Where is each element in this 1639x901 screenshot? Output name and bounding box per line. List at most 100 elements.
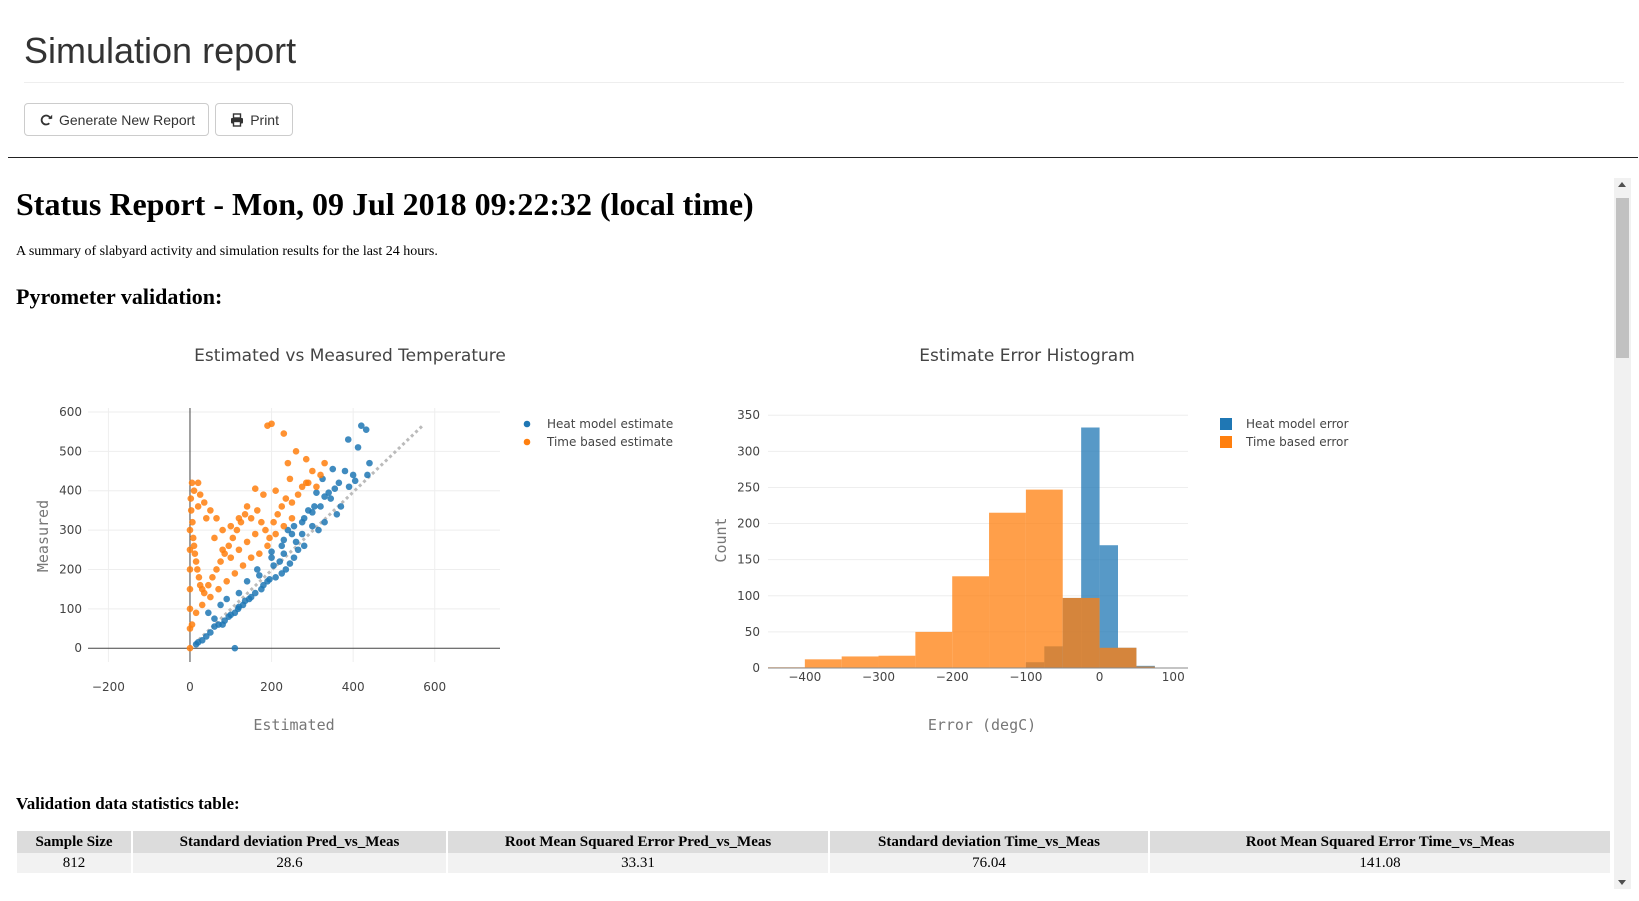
y-tick-label: 250 (737, 480, 760, 494)
column-header: Root Mean Squared Error Time_vs_Meas (1149, 831, 1612, 853)
report-title: Status Report - Mon, 09 Jul 2018 09:22:3… (16, 186, 754, 222)
data-point (272, 530, 279, 538)
data-point (264, 542, 271, 550)
data-point (333, 511, 341, 518)
data-point (284, 459, 292, 467)
data-point (235, 589, 243, 597)
table-row: 812 28.6 33.31 76.04 141.08 (17, 853, 1612, 873)
x-tick-label: −200 (936, 670, 969, 684)
histogram-bar (952, 576, 990, 668)
y-tick-label: 50 (745, 625, 760, 639)
x-tick-label: −300 (862, 670, 895, 684)
data-point (191, 550, 199, 558)
data-point (258, 585, 265, 593)
y-tick-label: 100 (59, 602, 82, 616)
data-point (189, 534, 197, 542)
data-point (327, 495, 335, 502)
data-point (290, 554, 298, 561)
data-point (258, 518, 265, 526)
histogram-bar (1099, 647, 1118, 668)
histogram-bar (878, 655, 916, 668)
data-point (205, 609, 212, 617)
data-point (241, 511, 249, 518)
legend-marker (1220, 418, 1232, 430)
y-tick-label: 300 (737, 444, 760, 458)
data-point (349, 471, 357, 479)
legend-marker (1220, 436, 1232, 448)
y-axis-label: Measured (34, 500, 52, 572)
chart-title: Estimated vs Measured Temperature (194, 346, 506, 366)
data-point (321, 518, 328, 526)
report-frame: Status Report - Mon, 09 Jul 2018 09:22:3… (8, 178, 1614, 898)
data-point (278, 542, 286, 550)
data-point (251, 589, 259, 597)
data-point (298, 483, 306, 491)
x-tick-label: 200 (260, 680, 283, 694)
data-point (215, 621, 222, 628)
print-label: Print (250, 111, 279, 128)
data-point (317, 503, 324, 510)
print-button[interactable]: Print (215, 103, 293, 136)
data-point (286, 475, 294, 483)
data-point (362, 426, 370, 433)
data-point (294, 491, 302, 498)
scroll-up-arrow-icon[interactable] (1618, 182, 1626, 187)
data-point (253, 566, 261, 573)
data-point (186, 605, 194, 613)
table-cell: 28.6 (132, 853, 448, 873)
generate-new-report-button[interactable]: Generate New Report (24, 103, 210, 136)
legend-label: Heat model error (1246, 417, 1349, 431)
section-heading: Pyrometer validation: (16, 284, 223, 309)
legend-marker (523, 438, 531, 446)
x-tick-label: 0 (1096, 670, 1104, 684)
app-title: Simulation report (24, 30, 297, 71)
scrollbar-thumb[interactable] (1616, 198, 1629, 358)
table-cell: 76.04 (829, 853, 1150, 873)
x-tick-label: 400 (342, 680, 365, 694)
data-point (280, 550, 288, 558)
y-tick-label: 600 (59, 405, 82, 419)
data-point (227, 611, 235, 619)
data-point (300, 542, 308, 550)
histogram-bar (804, 659, 842, 668)
data-point (251, 530, 259, 538)
data-point (309, 467, 316, 475)
data-point (313, 483, 320, 491)
data-point (272, 574, 279, 581)
x-tick-label: −100 (1009, 670, 1042, 684)
histogram-bar (915, 631, 953, 668)
data-point (325, 489, 332, 496)
data-point (188, 479, 196, 487)
y-tick-label: 400 (59, 484, 82, 498)
data-point (280, 536, 288, 544)
toolbar: Generate New Report Print (24, 103, 293, 136)
data-point (227, 522, 235, 530)
data-point (225, 542, 233, 550)
data-point (290, 522, 298, 530)
y-tick-label: 0 (752, 661, 760, 675)
data-point (270, 562, 277, 569)
table-cell: 141.08 (1149, 853, 1612, 873)
data-point (280, 430, 288, 437)
data-point (329, 465, 337, 473)
data-point (364, 471, 371, 479)
data-point (266, 534, 273, 542)
histogram-bar (1118, 647, 1137, 668)
column-header: Standard deviation Pred_vs_Meas (132, 831, 448, 853)
y-tick-label: 500 (59, 444, 82, 458)
data-point (194, 503, 202, 510)
data-point (205, 581, 212, 589)
x-tick-label: −200 (92, 680, 125, 694)
data-point (233, 526, 241, 534)
data-point (288, 499, 296, 506)
data-point (260, 491, 267, 498)
data-point (321, 459, 328, 467)
x-tick-label: 600 (423, 680, 446, 694)
data-point (187, 495, 195, 502)
data-point (264, 577, 271, 585)
report-scrollbar[interactable] (1614, 178, 1631, 889)
data-point (304, 479, 312, 487)
data-point (298, 530, 306, 538)
scroll-down-arrow-icon[interactable] (1618, 880, 1626, 885)
report-summary: A summary of slabyard activity and simul… (16, 244, 438, 259)
